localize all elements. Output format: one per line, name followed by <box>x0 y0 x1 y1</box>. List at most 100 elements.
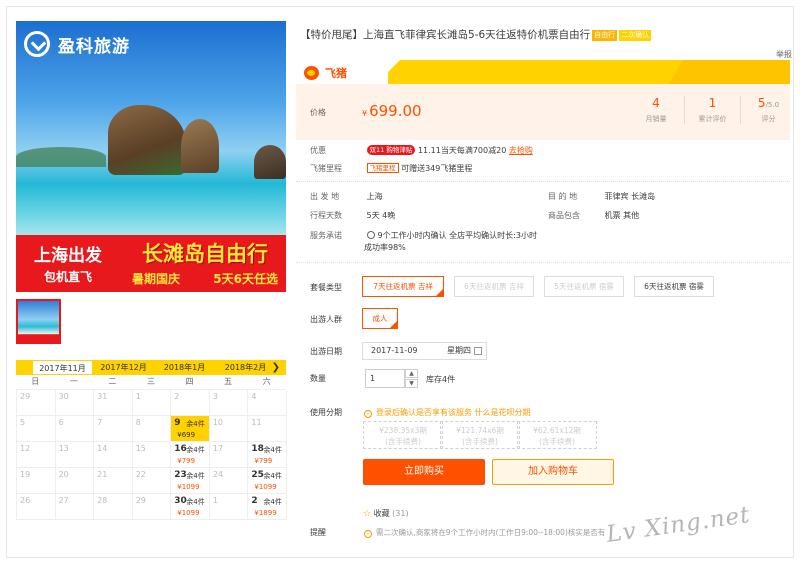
day-number: 1 <box>135 392 141 401</box>
mile-badge: 飞猪里程 <box>366 163 399 173</box>
promo-badge: 双11 购物津贴 <box>366 145 416 155</box>
day-number: 23 <box>174 470 187 480</box>
calendar-day[interactable]: 23 余4件 ¥1099 <box>171 468 210 494</box>
tag-free-travel: 自由行 <box>592 30 618 41</box>
day-number: 18 <box>251 444 264 454</box>
day-number: 17 <box>212 444 223 453</box>
calendar-day[interactable]: 18 余4件 ¥799 <box>248 442 287 468</box>
day-number: 21 <box>97 470 108 479</box>
day-number: 9 <box>174 418 181 428</box>
add-to-cart-button[interactable]: 加入购物车 <box>492 459 614 485</box>
day-remaining: 余4件 <box>263 498 282 506</box>
sales-stats: 4 月销量 1 累计评价 5/5.0 评分 <box>628 96 796 124</box>
package-label: 套餐类型 <box>310 283 342 292</box>
favorite-button[interactable]: ☆ 收藏 (31) <box>363 508 409 519</box>
chevron-right-icon[interactable]: ❯ <box>272 362 280 373</box>
installment-option[interactable]: ¥121.74x6期 (含手续费) <box>440 421 520 449</box>
calendar-day: 11 <box>248 416 287 442</box>
banner-headline: 长滩岛自由行 <box>142 242 268 266</box>
day-remaining: 余4件 <box>263 446 282 454</box>
calendar-day[interactable]: 16 余4件 ¥799 <box>171 442 210 468</box>
product-title-text: 【特价甩尾】上海直飞菲律宾长滩岛5-6天往返特价机票自由行 <box>300 29 591 41</box>
service-text: 9个工作小时内确认 全店平均确认时长:3小时 <box>377 231 537 240</box>
stat-reviews[interactable]: 1 累计评价 <box>684 96 740 124</box>
rock-formation <box>108 105 186 175</box>
calendar-icon <box>474 347 482 355</box>
calendar-day: 1 <box>132 390 172 416</box>
dest-row: 目 的 地 菲律宾 长滩岛 <box>548 191 655 202</box>
calendar-day: 22 <box>132 468 172 494</box>
day-remaining: 余4件 <box>186 420 205 428</box>
calendar-day: 7 <box>94 416 133 442</box>
image-thumbnail[interactable] <box>16 299 61 344</box>
report-link[interactable]: 举报 <box>776 49 792 60</box>
quantity-input[interactable]: 1 <box>365 369 405 388</box>
stat-value: 4 <box>652 96 660 110</box>
day-number: 3 <box>212 392 218 401</box>
day-number: 20 <box>58 470 69 479</box>
day-number: 10 <box>212 418 223 427</box>
calendar-day: 27 <box>55 494 95 520</box>
price-calendar: 2017年11月 2017年12月 2018年1月 2018年2月 ❯ 日 一 … <box>16 360 287 520</box>
calendar-day: 4 <box>248 390 287 416</box>
promo-link[interactable]: 去抢购 <box>509 146 533 155</box>
stat-value: 1 <box>708 96 717 110</box>
day-remaining: 余4件 <box>186 498 205 506</box>
day-number: 19 <box>20 470 31 479</box>
day-number: 14 <box>97 444 108 453</box>
installment-option[interactable]: ¥62.61x12期 (含手续费) <box>517 421 597 449</box>
package-option[interactable]: 6天往返机票 宿雾 <box>634 276 714 297</box>
month-tab[interactable]: 2018年2月 <box>215 360 276 375</box>
day-price: ¥799 <box>177 457 196 465</box>
inst-note: (含手续费) <box>539 437 575 446</box>
banner-text: 上海出发 <box>34 246 102 266</box>
product-main-image[interactable]: 盈科旅游 上海出发 包机直飞 长滩岛自由行 暑期国庆 5天6天任选 <box>16 21 286 292</box>
date-picker[interactable]: 2017-11-09 星期四 <box>362 342 487 360</box>
price-value: ¥699.00 <box>362 102 422 120</box>
promo-row: 优惠 双11 购物津贴 11.11当天每满700减20 去抢购 <box>310 145 533 156</box>
brand-logo-icon <box>24 31 50 57</box>
calendar-day: 1 <box>209 494 249 520</box>
day-number: 8 <box>135 418 141 427</box>
month-tab[interactable]: 2017年11月 <box>32 360 93 375</box>
calendar-day[interactable]: 25 余4件 ¥1099 <box>248 468 287 494</box>
month-tab[interactable]: 2017年12月 <box>93 360 154 375</box>
calendar-day[interactable]: 30 余4件 ¥1099 <box>171 494 210 520</box>
inst-amount: ¥62.61x12期 <box>533 426 581 435</box>
inst-link[interactable]: 什么是花呗分期 <box>475 408 531 417</box>
day-remaining: 余4件 <box>186 446 205 454</box>
package-option[interactable]: 6天往返机票 吉祥 <box>454 276 534 297</box>
inst-amount: ¥238.35x3期 <box>379 426 427 435</box>
weekday: 四 <box>185 377 194 386</box>
calendar-day[interactable]: 9 余4件 ¥699 <box>171 416 210 442</box>
info-icon: i <box>364 530 372 538</box>
calendar-day: 29 <box>17 390 56 416</box>
service-row: 服务承诺 9个工作小时内确认 全店平均确认时长:3小时 <box>310 230 537 241</box>
calendar-day: 26 <box>17 494 56 520</box>
month-tab[interactable]: 2018年1月 <box>154 360 215 375</box>
quantity-decrease[interactable]: ▼ <box>405 379 418 388</box>
day-price: ¥799 <box>254 457 273 465</box>
quantity-increase[interactable]: ▲ <box>405 369 418 378</box>
package-option[interactable]: 7天往返机票 吉祥 <box>362 276 444 297</box>
day-number: 4 <box>251 392 257 401</box>
day-number: 24 <box>212 470 223 479</box>
tag-double-confirm: 二次确认 <box>619 30 652 41</box>
qty-label: 数量 <box>310 374 326 383</box>
installment-option[interactable]: ¥238.35x3期 (含手续费) <box>363 421 443 449</box>
depart-label: 出 发 地 <box>310 192 340 201</box>
stat-label: 月销量 <box>645 115 667 123</box>
day-price: ¥1899 <box>254 509 277 517</box>
calendar-day: 14 <box>94 442 133 468</box>
calendar-day[interactable]: 2 余4件 ¥1899 <box>248 494 287 520</box>
include-label: 商品包含 <box>548 211 580 220</box>
brand-name: 盈科旅游 <box>58 36 130 57</box>
calendar-grid: 29 30 31 1 2 3 4 5 6 7 8 9 余4件 ¥699 10 11 12 13 14 15 16 余4件 ¥… <box>16 389 287 520</box>
traveler-option[interactable]: 成人 <box>362 308 398 329</box>
island-hill <box>16 147 106 167</box>
weekday: 三 <box>146 377 155 386</box>
package-option[interactable]: 5天往返机票 宿雾 <box>544 276 624 297</box>
buy-now-button[interactable]: 立即购买 <box>363 459 485 485</box>
day-number: 11 <box>251 418 262 427</box>
service-rate: 成功率98% <box>364 243 406 252</box>
